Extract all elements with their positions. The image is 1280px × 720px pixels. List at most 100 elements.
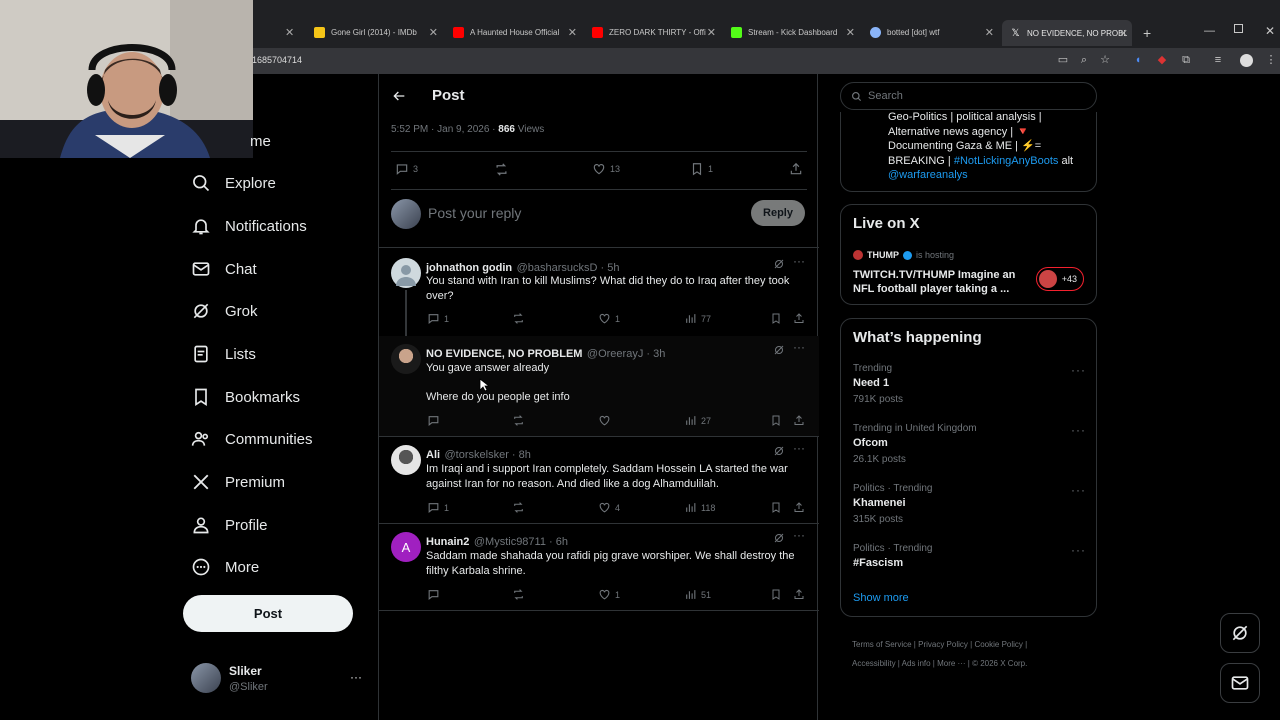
post-share-action[interactable]: [789, 162, 807, 176]
trend-item[interactable]: Politics · Trending #Fascism: [853, 543, 1083, 569]
reply-bookmark-action[interactable]: [770, 312, 786, 325]
footer-ads-link[interactable]: Ads info: [902, 659, 931, 668]
browser-tab-zero-dark-thirty[interactable]: ZERO DARK THIRTY - Offi ✕: [592, 22, 716, 42]
footer-cookie-link[interactable]: Cookie Policy: [974, 640, 1022, 649]
minimize-icon[interactable]: —: [1204, 25, 1215, 37]
browser-tab-haunted-house[interactable]: A Haunted House Official ✕: [453, 22, 577, 42]
reply-like-action[interactable]: 4: [598, 501, 620, 514]
post-like-action[interactable]: 13: [592, 162, 620, 176]
close-tab-icon[interactable]: ✕: [707, 26, 716, 39]
trend-item[interactable]: Trending in United Kingdom Ofcom 26.1K p…: [853, 423, 1083, 465]
reply-avatar[interactable]: [391, 258, 421, 288]
reply-comment-action[interactable]: 1: [427, 312, 449, 325]
browser-tab-botted[interactable]: botted [dot] wtf ✕: [870, 22, 994, 42]
nav-premium[interactable]: Premium: [190, 467, 285, 497]
trend-more-icon[interactable]: ···: [1071, 483, 1086, 497]
reply-share-action[interactable]: [793, 414, 809, 427]
footer-privacy-link[interactable]: Privacy Policy: [918, 640, 968, 649]
more-options-icon[interactable]: ···: [793, 528, 805, 542]
install-app-icon[interactable]: ▭: [1057, 54, 1069, 66]
more-options-icon[interactable]: ···: [793, 441, 805, 455]
grok-explain-icon[interactable]: [773, 258, 785, 270]
close-tab-icon[interactable]: ✕: [846, 26, 855, 39]
more-options-icon[interactable]: ···: [793, 254, 805, 268]
reply-views-action[interactable]: 118: [684, 501, 715, 514]
reply-comment-action[interactable]: [427, 414, 444, 427]
reply-repost-action[interactable]: [512, 312, 529, 325]
reply-views-action[interactable]: 77: [684, 312, 711, 325]
reply-bookmark-action[interactable]: [770, 414, 786, 427]
back-arrow-icon[interactable]: [391, 88, 407, 104]
close-tab-icon[interactable]: ✕: [568, 26, 577, 39]
more-options-icon[interactable]: ···: [793, 340, 805, 354]
nav-lists[interactable]: Lists: [190, 339, 256, 369]
reply-comment-action[interactable]: 1: [427, 501, 449, 514]
nav-communities[interactable]: Communities: [190, 424, 313, 454]
nav-bookmarks[interactable]: Bookmarks: [190, 382, 300, 412]
grok-floating-button[interactable]: [1220, 613, 1260, 653]
reply-share-action[interactable]: [793, 501, 809, 514]
reply-comment-action[interactable]: [427, 588, 444, 601]
reply-share-action[interactable]: [793, 312, 809, 325]
reply-repost-action[interactable]: [512, 414, 529, 427]
reply-avatar[interactable]: [391, 445, 421, 475]
browser-tab-imdb[interactable]: Gone Girl (2014) - IMDb ✕: [314, 22, 438, 42]
reply-like-action[interactable]: [598, 414, 615, 427]
hashtag-link[interactable]: #NotLickingAnyBoots: [954, 155, 1059, 167]
close-tab-icon[interactable]: ✕: [985, 26, 994, 39]
nav-profile[interactable]: Profile: [190, 510, 268, 540]
browser-tab-kick[interactable]: Stream - Kick Dashboard ✕: [731, 22, 855, 42]
close-tab-icon[interactable]: ✕: [429, 26, 438, 39]
nav-explore[interactable]: Explore: [190, 168, 276, 198]
reply-item[interactable]: NO EVIDENCE, NO PROBLEM @OreerayJ · 3h ·…: [379, 336, 819, 436]
show-more-link[interactable]: Show more: [853, 592, 909, 604]
messages-floating-button[interactable]: [1220, 663, 1260, 703]
nav-home-label-partial[interactable]: me: [250, 133, 271, 150]
reply-views-action[interactable]: 51: [684, 588, 711, 601]
bookmark-star-icon[interactable]: ☆: [1099, 54, 1111, 66]
reply-bookmark-action[interactable]: [770, 501, 786, 514]
extension-shield-icon[interactable]: ◆: [1156, 54, 1168, 66]
reply-repost-action[interactable]: [512, 588, 529, 601]
restore-icon[interactable]: [1234, 24, 1243, 33]
profile-avatar-icon[interactable]: [1240, 54, 1253, 67]
zoom-icon[interactable]: ⌕: [1078, 54, 1090, 66]
nav-chat[interactable]: Chat: [190, 254, 257, 284]
post-reply-action[interactable]: 3: [395, 162, 418, 176]
live-listeners-badge[interactable]: +43: [1036, 267, 1084, 291]
trend-more-icon[interactable]: ···: [1071, 543, 1086, 557]
post-repost-action[interactable]: [494, 162, 513, 177]
tab-search-icon[interactable]: ≡: [1212, 54, 1224, 66]
nav-grok[interactable]: Grok: [190, 296, 258, 326]
reply-input[interactable]: Post your reply: [428, 205, 521, 221]
grok-explain-icon[interactable]: [773, 445, 785, 457]
mention-link[interactable]: @warfareanalys: [888, 168, 1093, 183]
search-box[interactable]: Search: [840, 82, 1097, 110]
new-tab-icon[interactable]: +: [1143, 25, 1151, 41]
trend-more-icon[interactable]: ···: [1071, 423, 1086, 437]
browser-tab-active[interactable]: 𝕏 NO EVIDENCE, NO PROBL ✕: [1002, 20, 1132, 46]
reply-bookmark-action[interactable]: [770, 588, 786, 601]
reply-repost-action[interactable]: [512, 501, 529, 514]
nav-notifications[interactable]: Notifications: [190, 211, 307, 241]
trend-item[interactable]: Trending Need 1 791K posts: [853, 363, 1083, 405]
live-host[interactable]: THUMP is hosting: [853, 250, 954, 260]
footer-more-link[interactable]: More ···: [937, 659, 965, 668]
reply-like-action[interactable]: 1: [598, 588, 620, 601]
trend-item[interactable]: Politics · Trending Khamenei 315K posts: [853, 483, 1083, 525]
reply-item[interactable]: Ali @torskelsker · 8h ··· Im Iraqi and i…: [379, 437, 819, 523]
url-text[interactable]: 1685704714: [252, 55, 302, 65]
reply-item[interactable]: A Hunain2 @Mystic98711 · 6h ··· Saddam m…: [379, 524, 819, 610]
window-close-icon[interactable]: ✕: [1265, 24, 1275, 38]
reply-avatar[interactable]: [391, 344, 421, 374]
account-avatar[interactable]: [191, 663, 221, 693]
search-input[interactable]: Search: [868, 90, 903, 102]
live-stream-title[interactable]: TWITCH.TV/THUMP Imagine an NFL football …: [853, 268, 1033, 296]
grok-explain-icon[interactable]: [773, 344, 785, 356]
footer-terms-link[interactable]: Terms of Service: [852, 640, 912, 649]
extensions-puzzle-icon[interactable]: ⧉: [1180, 54, 1192, 66]
tab-close-partial[interactable]: ✕: [285, 22, 294, 42]
extension-sound-icon[interactable]: ◖: [1132, 54, 1144, 66]
reply-avatar[interactable]: A: [391, 532, 421, 562]
post-bookmark-action[interactable]: 1: [690, 162, 713, 176]
